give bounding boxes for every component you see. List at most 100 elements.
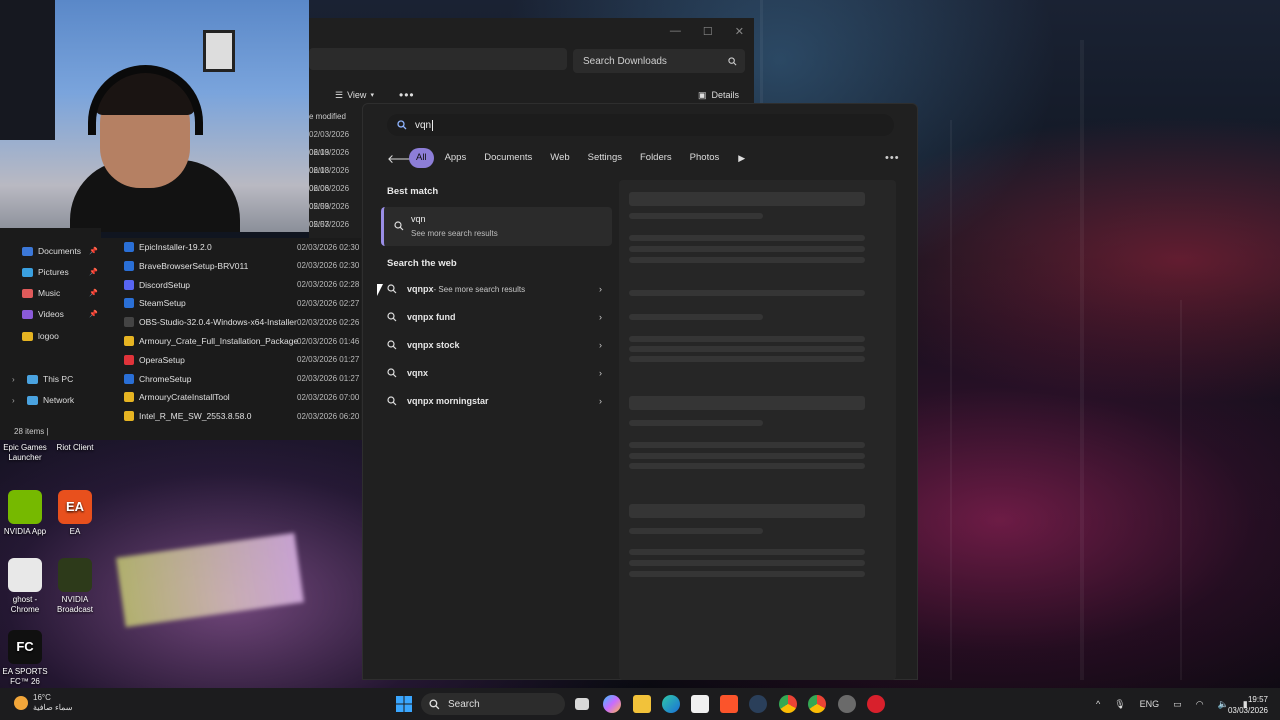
file-row[interactable]: Intel_R_ME_SW_2553.8.58.0 02/03/2026 06:2…	[101, 407, 361, 425]
details-button[interactable]: ▣ Details	[698, 90, 739, 101]
clock[interactable]: 19:57 03/03/2026	[1218, 694, 1268, 716]
edge-icon[interactable]	[662, 695, 680, 713]
tab-all[interactable]: All	[409, 148, 434, 168]
details-pane-icon: ▣	[698, 89, 707, 100]
steam-icon[interactable]	[749, 695, 767, 713]
store-icon[interactable]	[691, 695, 709, 713]
file-row[interactable]: BraveBrowserSetup-BRV011 02/03/2026 02:30	[101, 257, 361, 275]
explorer-search-input[interactable]: Search Downloads	[573, 49, 745, 73]
tab-apps[interactable]: Apps	[438, 148, 474, 168]
brave-icon[interactable]	[720, 695, 738, 713]
pin-icon: 📌	[89, 269, 98, 276]
sidebar-item-videos[interactable]: Videos 📌	[22, 309, 102, 319]
file-row[interactable]: OBS-Studio-32.0.4-Windows-x64-Installer 0…	[101, 313, 361, 331]
desktop-icon-riot-client[interactable]: Riot Client	[50, 443, 100, 453]
more-options-button[interactable]: •••	[885, 152, 900, 164]
web-result-text: vqnpx fund	[407, 312, 456, 322]
desktop-icon-epic-games-launcher[interactable]: Epic Games Launcher	[0, 443, 50, 463]
file-row[interactable]: DiscordSetup 02/03/2026 02:28	[101, 276, 361, 294]
display-icon[interactable]: ▭	[1173, 699, 1182, 710]
back-arrow-icon[interactable]: 🡐	[387, 151, 419, 166]
copilot-icon[interactable]	[603, 695, 621, 713]
web-result-item[interactable]: vqnpx morningstar ›	[387, 390, 602, 412]
file-list: EpicInstaller-19.2.0 02/03/2026 02:30 Brav…	[101, 238, 361, 428]
tab-folders[interactable]: Folders	[633, 148, 679, 168]
file-row[interactable]: OperaSetup 02/03/2026 01:27	[101, 351, 361, 369]
file-name: EpicInstaller-19.2.0	[139, 242, 212, 252]
chevron-up-icon[interactable]: ^	[1096, 699, 1100, 709]
desktop-icon-ea[interactable]: EA EA	[50, 490, 100, 537]
sidebar-item-music[interactable]: Music 📌	[22, 288, 102, 298]
explorer-search-placeholder: Search Downloads	[583, 55, 667, 67]
web-result-item[interactable]: vqnx ›	[387, 362, 602, 384]
search-icon	[728, 56, 737, 65]
more-options-button[interactable]: •••	[399, 88, 415, 102]
expand-chevron-icon[interactable]: ›	[12, 375, 15, 384]
minimize-icon[interactable]: —	[670, 25, 681, 37]
sidebar-item-documents[interactable]: Documents 📌	[22, 246, 102, 256]
task-view-icon[interactable]	[575, 698, 589, 710]
sidebar-item-logoo[interactable]: logoo	[22, 331, 102, 341]
desktop-icon-nvidia-app[interactable]: NVIDIA App	[0, 490, 50, 537]
chrome-profile-icon[interactable]	[808, 695, 826, 713]
desktop-icon-nvidia-broadcast[interactable]: NVIDIA Broadcast	[50, 558, 100, 615]
loading-placeholder	[629, 213, 763, 219]
file-row[interactable]: SteamSetup 02/03/2026 02:27	[101, 294, 361, 312]
chevron-right-icon: ›	[599, 340, 602, 350]
chrome-icon[interactable]	[779, 695, 797, 713]
web-result-item[interactable]: vqnpx fund ›	[387, 306, 602, 328]
sidebar-item-label: logoo	[38, 331, 59, 341]
tab-web[interactable]: Web	[543, 148, 576, 168]
start-search-input[interactable]: vqn	[387, 114, 894, 136]
file-row[interactable]: ChromeSetup 02/03/2026 01:27	[101, 370, 361, 388]
desktop-icon-label: NVIDIA Broadcast	[56, 595, 94, 614]
taskbar-search-box[interactable]: Search	[421, 693, 565, 715]
web-result-item[interactable]: vqnpx - See more search results ›	[387, 278, 602, 300]
settings-icon[interactable]	[838, 695, 856, 713]
more-tabs-arrow-icon[interactable]: ▶	[738, 153, 745, 164]
tab-photos[interactable]: Photos	[683, 148, 727, 168]
view-icon: ☰	[335, 89, 344, 100]
desktop-icon-ghost-chrome[interactable]: ghost - Chrome	[0, 558, 50, 615]
pin-icon: 📌	[89, 248, 98, 255]
start-button[interactable]	[395, 695, 413, 713]
desktop-icon-label: Riot Client	[56, 443, 94, 452]
loading-placeholder	[629, 560, 865, 566]
file-row[interactable]: Armoury_Crate_Full_Installation_Package 0…	[101, 332, 361, 350]
weather-widget[interactable]: 16°C سماء صافية	[14, 693, 73, 713]
microphone-icon[interactable]: 🎙	[1114, 699, 1125, 710]
sidebar-item-network[interactable]: Network	[27, 395, 107, 405]
sidebar-item-pictures[interactable]: Pictures 📌	[22, 267, 102, 277]
loading-placeholder	[629, 336, 865, 342]
file-date: 02/03/2026 02:28	[297, 280, 360, 290]
recording-app-icon[interactable]	[867, 695, 885, 713]
loading-placeholder	[629, 235, 865, 241]
desktop-icon-ea-sports-fc-26[interactable]: FC EA SPORTS FC™ 26	[0, 630, 50, 687]
sidebar-item-label: Documents	[38, 246, 81, 256]
desktop-icon-label: EA	[69, 527, 81, 536]
network-icon	[27, 395, 38, 405]
maximize-icon[interactable]: ☐	[703, 25, 713, 38]
web-result-item[interactable]: vqnpx stock ›	[387, 334, 602, 356]
taskbar-search-label: Search	[448, 698, 480, 710]
sidebar-item-this-pc[interactable]: This PC	[27, 374, 107, 384]
best-match-result[interactable]: vqn See more search results	[381, 207, 612, 246]
address-bar[interactable]	[309, 48, 567, 70]
view-button[interactable]: ☰ View ▾	[335, 90, 374, 101]
tab-settings[interactable]: Settings	[581, 148, 629, 168]
file-row[interactable]: ArmouryCrateInstallTool 02/03/2026 07:00	[101, 388, 361, 406]
sidebar-item-label: Network	[43, 395, 75, 405]
best-match-title: vqn	[411, 214, 426, 224]
close-icon[interactable]: ✕	[735, 25, 744, 38]
wifi-icon[interactable]: ◠	[1196, 699, 1204, 710]
file-icon	[124, 260, 134, 271]
language-indicator[interactable]: ENG	[1140, 699, 1160, 709]
tab-documents[interactable]: Documents	[477, 148, 539, 168]
file-date: 02/03/2026 02:30	[297, 242, 360, 252]
file-explorer-icon[interactable]	[633, 695, 651, 713]
column-header-date-modified[interactable]: e modified	[309, 112, 346, 121]
weather-desc: سماء صافية	[33, 703, 73, 712]
expand-chevron-icon[interactable]: ›	[12, 396, 15, 405]
search-icon	[387, 340, 397, 350]
file-row[interactable]: EpicInstaller-19.2.0 02/03/2026 02:30	[101, 238, 361, 256]
